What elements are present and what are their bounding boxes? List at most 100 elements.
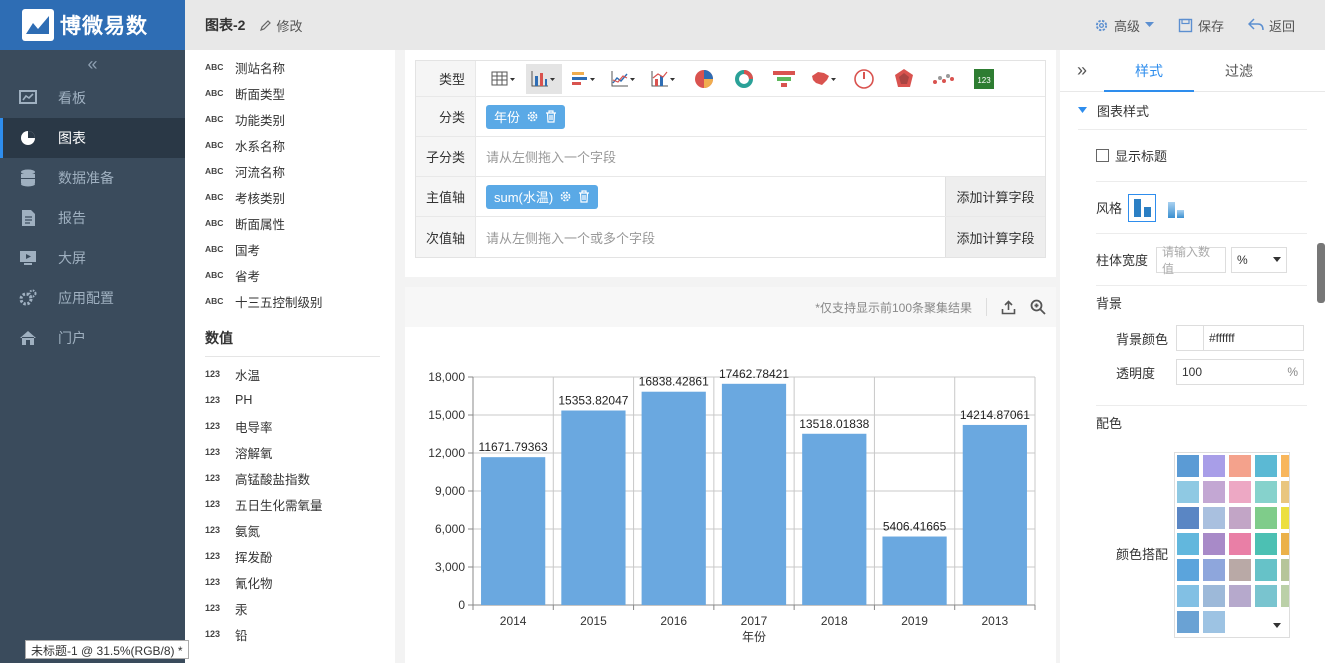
palette-swatch[interactable]	[1281, 507, 1289, 529]
chart-type-gauge-icon[interactable]	[846, 64, 882, 94]
palette-swatch[interactable]	[1177, 611, 1199, 633]
chart-type-bar-icon[interactable]	[566, 64, 602, 94]
logo[interactable]: 博微易数	[0, 0, 185, 50]
field-item[interactable]: 123 PH	[185, 387, 395, 413]
caret-down-icon[interactable]	[1273, 623, 1281, 629]
palette-swatch[interactable]	[1203, 585, 1225, 607]
chart-style-section-header[interactable]: 图表样式	[1078, 92, 1307, 130]
gear-icon[interactable]	[559, 190, 572, 203]
palette-swatch[interactable]	[1177, 507, 1199, 529]
bg-color-swatch[interactable]	[1176, 325, 1204, 351]
save-button[interactable]: 保存	[1178, 16, 1224, 35]
palette-swatch[interactable]	[1255, 507, 1277, 529]
palette-swatch[interactable]	[1177, 585, 1199, 607]
tab-style[interactable]: 样式	[1104, 50, 1194, 92]
palette-swatch[interactable]	[1203, 507, 1225, 529]
sidebar-item-3[interactable]: 报告	[0, 198, 185, 238]
collapse-sidebar-icon[interactable]: «	[0, 50, 185, 78]
expand-panel-icon[interactable]: »	[1060, 60, 1104, 81]
chart-type-column-icon[interactable]	[526, 63, 562, 94]
field-item[interactable]: ABC 水系名称	[185, 132, 395, 158]
sidebar-item-5[interactable]: 应用配置	[0, 278, 185, 318]
chart-type-donut-icon[interactable]	[726, 64, 762, 94]
advanced-menu-button[interactable]: 高级	[1094, 16, 1154, 35]
chart-type-scatter-icon[interactable]	[926, 64, 962, 94]
field-item[interactable]: ABC 河流名称	[185, 158, 395, 184]
palette-swatch[interactable]	[1203, 611, 1225, 633]
palette-swatch[interactable]	[1203, 481, 1225, 503]
field-item[interactable]: 123 高锰酸盐指数	[185, 465, 395, 491]
palette-swatch[interactable]	[1229, 455, 1251, 477]
sidebar-item-2[interactable]: 数据准备	[0, 158, 185, 198]
palette-swatch[interactable]	[1203, 559, 1225, 581]
secondary-axis-dropzone[interactable]: 请从左侧拖入一个或多个字段 添加计算字段	[476, 217, 1045, 257]
subcategory-dropzone[interactable]: 请从左侧拖入一个字段	[476, 137, 1045, 176]
bar-width-unit-select[interactable]: %	[1231, 246, 1288, 273]
palette-swatch[interactable]	[1229, 507, 1251, 529]
palette-swatch[interactable]	[1229, 533, 1251, 555]
palette-swatch[interactable]	[1177, 455, 1199, 477]
field-item[interactable]: ABC 测站名称	[185, 54, 395, 80]
field-item[interactable]: 123 汞	[185, 595, 395, 621]
field-item[interactable]: 123 水温	[185, 361, 395, 387]
field-item[interactable]: ABC 国考	[185, 236, 395, 262]
palette-swatch[interactable]	[1255, 455, 1277, 477]
palette-swatch[interactable]	[1281, 559, 1289, 581]
field-item[interactable]: ABC 考核类别	[185, 184, 395, 210]
palette-swatch[interactable]	[1203, 455, 1225, 477]
show-title-checkbox[interactable]	[1096, 149, 1109, 162]
chart-type-pie-icon[interactable]	[686, 64, 722, 94]
field-item[interactable]: 123 氰化物	[185, 569, 395, 595]
bar-width-input[interactable]: 请输入数值	[1156, 245, 1227, 276]
chart-type-table-icon[interactable]	[486, 64, 522, 94]
field-item[interactable]: 123 电导率	[185, 413, 395, 439]
chart-type-radar-icon[interactable]	[886, 64, 922, 94]
scrollbar-handle[interactable]	[1317, 243, 1325, 303]
back-button[interactable]: 返回	[1247, 16, 1295, 35]
sidebar-item-4[interactable]: 大屏	[0, 238, 185, 278]
sidebar-item-1[interactable]: 图表	[0, 118, 185, 158]
palette-swatch[interactable]	[1229, 585, 1251, 607]
trash-icon[interactable]	[545, 110, 557, 123]
gear-icon[interactable]	[526, 110, 539, 123]
palette-swatch[interactable]	[1281, 481, 1289, 503]
field-item[interactable]: 123 五日生化需氧量	[185, 491, 395, 517]
category-dropzone[interactable]: 年份	[476, 97, 1045, 136]
chart-type-combo-icon[interactable]	[646, 64, 682, 94]
palette-swatch[interactable]	[1255, 585, 1277, 607]
palette-swatch[interactable]	[1281, 455, 1289, 477]
palette-picker[interactable]	[1174, 452, 1290, 638]
zoom-icon[interactable]	[1030, 299, 1046, 315]
field-item[interactable]: ABC 省考	[185, 262, 395, 288]
bg-color-input[interactable]: #ffffff	[1204, 325, 1304, 351]
add-calc-field-button-secondary[interactable]: 添加计算字段	[945, 217, 1045, 257]
category-pill[interactable]: 年份	[486, 104, 566, 129]
sidebar-item-0[interactable]: 看板	[0, 78, 185, 118]
palette-swatch[interactable]	[1255, 559, 1277, 581]
chart-type-map-icon[interactable]	[806, 64, 842, 94]
style-option-grouped-icon[interactable]	[1128, 193, 1157, 222]
field-item[interactable]: ABC 断面类型	[185, 80, 395, 106]
field-item[interactable]: 123 铅	[185, 621, 395, 647]
opacity-input[interactable]: 100 %	[1176, 359, 1304, 385]
trash-icon[interactable]	[578, 190, 590, 203]
field-item[interactable]: ABC 断面属性	[185, 210, 395, 236]
primary-axis-pill[interactable]: sum(水温)	[486, 184, 599, 209]
palette-swatch[interactable]	[1203, 533, 1225, 555]
field-item[interactable]: 123 溶解氧	[185, 439, 395, 465]
sidebar-item-6[interactable]: 门户	[0, 318, 185, 358]
palette-swatch[interactable]	[1177, 533, 1199, 555]
chart-type-kpi-icon[interactable]: 123	[966, 64, 1002, 94]
palette-swatch[interactable]	[1281, 533, 1289, 555]
field-item[interactable]: ABC 十三五控制级别	[185, 288, 395, 314]
field-item[interactable]: ABC 功能类别	[185, 106, 395, 132]
primary-axis-dropzone[interactable]: sum(水温) 添加计算字段	[476, 177, 1045, 216]
palette-swatch[interactable]	[1177, 481, 1199, 503]
field-item[interactable]: 123 氨氮	[185, 517, 395, 543]
palette-swatch[interactable]	[1255, 481, 1277, 503]
palette-swatch[interactable]	[1229, 481, 1251, 503]
add-calc-field-button-primary[interactable]: 添加计算字段	[945, 177, 1045, 216]
edit-title-button[interactable]: 修改	[259, 16, 302, 35]
field-item[interactable]: 123 挥发酚	[185, 543, 395, 569]
export-icon[interactable]	[1001, 299, 1016, 315]
